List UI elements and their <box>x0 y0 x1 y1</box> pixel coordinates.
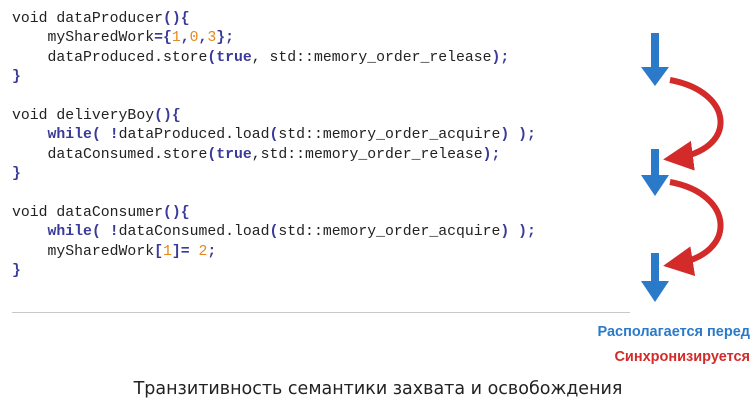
figure-caption: Транзитивность семантики захвата и освоб… <box>133 379 623 399</box>
red-arrow-sync-1 <box>663 77 724 171</box>
red-arrow-sync-2 <box>663 179 724 276</box>
blue-arrow-producer <box>641 33 669 86</box>
legend-synchronizes-with: Синхронизируется <box>614 349 750 365</box>
blue-arrow-delivery <box>641 149 669 196</box>
legend-happens-before: Располагается перед <box>597 324 750 340</box>
blue-arrow-consumer <box>641 253 669 302</box>
